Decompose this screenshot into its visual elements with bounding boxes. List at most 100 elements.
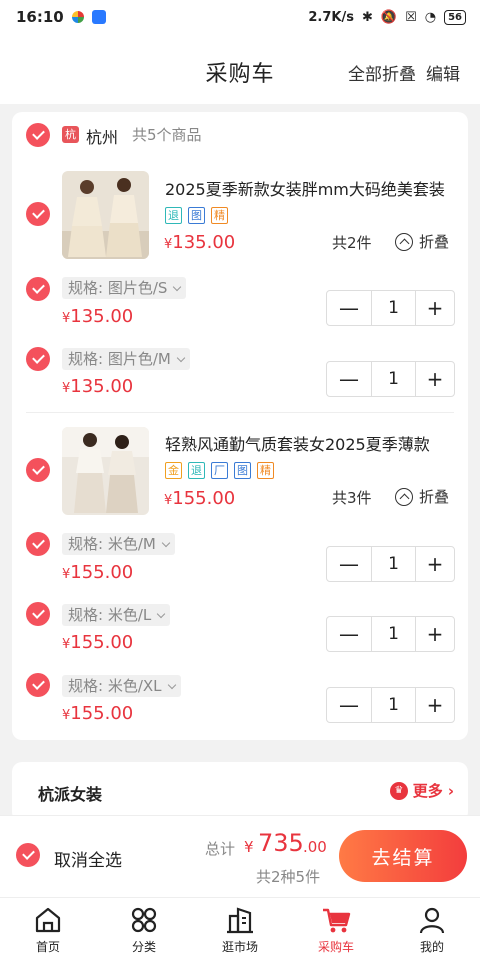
more-button[interactable]: ♛ 更多 › [389,780,454,801]
product-price: ¥135.00 [164,232,236,253]
checkout-button[interactable]: 去结算 [339,830,467,882]
sku-spec-selector[interactable]: 规格: 图片色/S [62,277,187,299]
app-notification-icon [71,11,84,23]
checkout-bar: 取消全选 总计 ¥ 735 .00 共2种5件 去结算 [0,815,480,897]
recommend-title: 杭派女装 [38,785,103,804]
cart-icon [323,908,351,933]
market-icon [227,907,253,934]
tag-badge: 图 [234,462,251,479]
app-notification-icon-2 [91,10,106,24]
sim-icon: ☒ [405,9,417,25]
chevron-right-icon: › [447,781,454,800]
tab-cart[interactable]: 采购车 [288,898,384,960]
product-quantity-total: 共2件 [332,234,372,252]
product-quantity-total: 共3件 [332,489,372,507]
quantity-input[interactable]: 1 [372,688,416,722]
total-label: 总计 [205,840,236,858]
network-speed: 2.7K/s [308,9,354,25]
increase-button[interactable]: + [416,291,454,325]
tab-label: 首页 [35,940,60,954]
product-image[interactable] [62,427,149,515]
sku-checkbox[interactable] [26,602,50,626]
quantity-input[interactable]: 1 [372,362,416,396]
product-checkbox[interactable] [26,202,50,226]
store-header: 杭 杭州 共5个商品 [12,112,468,156]
decrease-button[interactable]: — [327,547,372,581]
tab-home[interactable]: 首页 [0,898,96,960]
tag-badge: 精 [257,462,274,479]
divider [26,412,454,413]
tag-badge: 图 [188,207,205,224]
increase-button[interactable]: + [416,688,454,722]
tag-badge: 退 [188,462,205,479]
profile-icon [419,907,445,934]
tag-badge: 精 [211,207,228,224]
bluetooth-icon: ✱ [361,9,373,25]
wifi-icon: ◔ [424,9,437,25]
sku-spec-selector[interactable]: 规格: 米色/XL [62,675,181,697]
tag-badge: 金 [165,462,182,479]
quantity-stepper: — 1 + [326,546,455,582]
product-title[interactable]: 轻熟风通勤气质套装女2025夏季薄款 [165,431,455,455]
sku-price: ¥155.00 [62,703,134,724]
header: 采购车 全部折叠 编辑 [0,34,480,104]
increase-button[interactable]: + [416,362,454,396]
decrease-button[interactable]: — [327,617,372,651]
tag-badge: 厂 [211,462,228,479]
sku-checkbox[interactable] [26,532,50,556]
chevron-down-icon [176,353,186,362]
chevron-down-icon [167,680,176,689]
tab-bar: 首页 分类 逛市场 采购车 我的 [0,897,480,960]
product-checkbox[interactable] [26,458,50,482]
crown-icon: ♛ [389,781,408,800]
decrease-button[interactable]: — [327,291,372,325]
product-image[interactable] [62,171,149,259]
tab-profile[interactable]: 我的 [384,898,480,960]
sku-spec-selector[interactable]: 规格: 米色/M [62,533,175,555]
decrease-button[interactable]: — [327,362,372,396]
chevron-up-icon [395,232,413,251]
total-currency: ¥ [244,838,254,856]
sku-price: ¥135.00 [62,306,134,327]
sku-checkbox[interactable] [26,673,50,697]
increase-button[interactable]: + [416,617,454,651]
tab-category[interactable]: 分类 [96,898,192,960]
sku-spec-selector[interactable]: 规格: 米色/L [62,604,171,626]
decrease-button[interactable]: — [327,688,372,722]
fold-label: 折叠 [419,233,450,251]
battery-icon: 56 [444,9,466,25]
quantity-input[interactable]: 1 [372,617,416,651]
chevron-down-icon [161,538,171,547]
tab-market[interactable]: 逛市场 [192,898,288,960]
tag-badge: 退 [165,207,182,224]
home-icon [35,907,61,933]
store-item-count: 共5个商品 [132,126,202,144]
edit-button[interactable]: 编辑 [426,60,460,85]
increase-button[interactable]: + [416,547,454,581]
fold-button[interactable]: 折叠 [395,231,449,252]
store-badge: 杭 [62,126,79,143]
quantity-stepper: — 1 + [326,290,455,326]
fold-button[interactable]: 折叠 [395,486,449,507]
tab-label: 分类 [131,940,156,954]
store-name[interactable]: 杭州 [86,124,118,148]
quantity-input[interactable]: 1 [372,547,416,581]
sku-checkbox[interactable] [26,347,50,371]
total-amount: 735 [258,829,304,857]
fold-label: 折叠 [419,488,450,506]
store-checkbox[interactable] [26,123,50,147]
quantity-input[interactable]: 1 [372,291,416,325]
quantity-stepper: — 1 + [326,687,455,723]
deselect-all-label[interactable]: 取消全选 [54,846,122,871]
sku-checkbox[interactable] [26,277,50,301]
select-all-checkbox[interactable] [16,843,40,867]
store-card: 杭 杭州 共5个商品 2025夏季新款女装胖mm大码绝美套装 退 图 精 ¥13… [12,112,468,740]
product-tags: 退 图 精 [165,207,228,224]
product-title[interactable]: 2025夏季新款女装胖mm大码绝美套装 [165,176,455,200]
collapse-all-button[interactable]: 全部折叠 [348,60,416,85]
total-decimal: .00 [303,838,327,856]
sku-price: ¥135.00 [62,376,134,397]
sku-price: ¥155.00 [62,632,134,653]
recommend-card: 杭派女装 ♛ 更多 › [12,762,468,822]
sku-spec-selector[interactable]: 规格: 图片色/M [62,348,190,370]
